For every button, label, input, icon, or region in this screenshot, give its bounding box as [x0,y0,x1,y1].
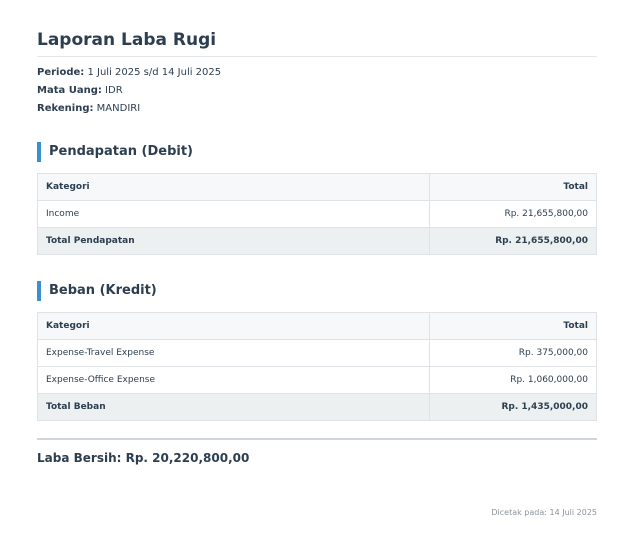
meta-account: Rekening: MANDIRI [37,102,140,116]
page-title: Laporan Laba Rugi [37,30,217,50]
row-category: Expense-Office Expense [37,366,430,394]
meta-periode-value: 1 Juli 2025 s/d 14 Juli 2025 [84,67,222,78]
total-label: Total Beban [37,393,430,421]
expense-section-heading: Beban (Kredit) [37,281,157,301]
table-total-row: Total Beban Rp. 1,435,000,00 [37,393,597,421]
meta-account-value: MANDIRI [93,103,141,114]
meta-currency-label: Mata Uang: [37,85,102,96]
printed-date: Dicetak pada: 14 Juli 2025 [491,508,597,517]
row-total: Rp. 21,655,800,00 [429,200,597,228]
row-total: Rp. 1,060,000,00 [429,366,597,394]
meta-account-label: Rekening: [37,103,94,114]
total-value: Rp. 21,655,800,00 [429,227,597,255]
row-total: Rp. 375,000,00 [429,339,597,367]
summary-divider [37,438,597,440]
table-header-row: Kategori Total [37,173,597,201]
table-row: Income Rp. 21,655,800,00 [37,200,597,228]
income-table: Kategori Total Income Rp. 21,655,800,00 … [37,173,597,255]
table-row: Expense-Office Expense Rp. 1,060,000,00 [37,366,597,394]
total-value: Rp. 1,435,000,00 [429,393,597,421]
title-divider [37,56,597,57]
row-category: Expense-Travel Expense [37,339,430,367]
meta-periode: Periode: 1 Juli 2025 s/d 14 Juli 2025 [37,66,221,80]
table-row: Expense-Travel Expense Rp. 375,000,00 [37,339,597,367]
table-total-row: Total Pendapatan Rp. 21,655,800,00 [37,227,597,255]
meta-periode-label: Periode: [37,67,85,78]
table-header-row: Kategori Total [37,312,597,340]
column-header-category: Kategori [37,312,430,340]
column-header-total: Total [429,173,597,201]
meta-currency: Mata Uang: IDR [37,84,123,98]
total-label: Total Pendapatan [37,227,430,255]
income-section-heading: Pendapatan (Debit) [37,142,193,162]
expense-table: Kategori Total Expense-Travel Expense Rp… [37,312,597,421]
net-profit: Laba Bersih: Rp. 20,220,800,00 [37,451,250,465]
column-header-total: Total [429,312,597,340]
row-category: Income [37,200,430,228]
meta-currency-value: IDR [101,85,123,96]
column-header-category: Kategori [37,173,430,201]
